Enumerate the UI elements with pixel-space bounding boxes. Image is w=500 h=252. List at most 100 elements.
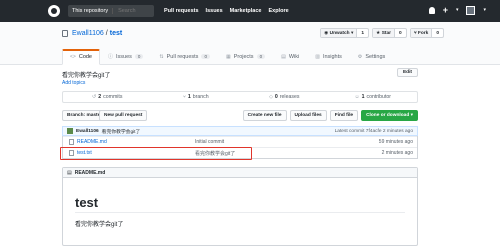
star-label: Star — [381, 30, 392, 36]
repo-tabs: <> Code ⓘ Issues 0 ⇅ Pull requests 0 ▦ P… — [62, 49, 393, 65]
watchers-count[interactable]: 1 — [357, 29, 368, 37]
file-list: README.md Initial commit 59 minutes ago … — [60, 136, 418, 160]
stars-count[interactable]: 0 — [395, 29, 406, 37]
tab-wiki-label: Wiki — [288, 53, 300, 60]
pull-request-icon: ⇅ — [159, 53, 164, 60]
tab-pull-requests-count: 0 — [201, 54, 210, 59]
edit-description-button[interactable]: Edit — [396, 68, 418, 77]
tag-icon: ◇ — [269, 94, 273, 100]
clone-or-download-button[interactable]: Clone or download ▾ — [361, 110, 418, 121]
file-navigation: Branch: master ▾ New pull request Create… — [62, 110, 418, 122]
tab-projects-label: Projects — [233, 53, 254, 60]
fork-button[interactable]: ⑂ Fork — [410, 29, 433, 37]
latest-commit-bar: Ewall1106 看完你教学会git了 Latest commit 7f4ac… — [62, 126, 418, 136]
tab-code-label: Code — [78, 54, 92, 60]
nav-marketplace[interactable]: Marketplace — [230, 8, 262, 14]
find-file-button[interactable]: Find file — [329, 110, 359, 121]
repo-book-icon — [62, 30, 68, 37]
unwatch-button-group[interactable]: ◉ Unwatch ▾ 1 — [320, 28, 370, 38]
tab-pull-requests-label: Pull requests — [166, 53, 199, 60]
gear-icon: ⚙ — [357, 53, 363, 60]
branch-summary[interactable]: ⑂ 1 branch — [152, 92, 241, 102]
repo-description-row: 看完你教学会git了 Add topics Edit — [62, 65, 418, 86]
create-new-file-button[interactable]: Create new file — [242, 110, 287, 121]
people-icon: ☺ — [354, 94, 360, 100]
branch-count: 1 — [187, 94, 191, 100]
github-logo-icon[interactable] — [48, 5, 60, 17]
upload-files-button[interactable]: Upload files — [289, 110, 327, 121]
tab-insights[interactable]: ▥ Insights — [307, 49, 350, 65]
releases-summary[interactable]: ◇ 0 releases — [240, 92, 329, 102]
user-avatar[interactable] — [466, 5, 476, 15]
tab-projects[interactable]: ▦ Projects 0 — [218, 49, 273, 65]
repo-actions: ◉ Unwatch ▾ 1 ★ Star 0 ⑂ Fork 0 — [320, 28, 444, 38]
fork-label: Fork — [417, 30, 429, 36]
tab-pull-requests[interactable]: ⇅ Pull requests 0 — [151, 49, 218, 65]
branch-label: branch — [192, 94, 209, 100]
search-input[interactable] — [113, 8, 154, 14]
project-icon: ▦ — [225, 53, 231, 60]
history-icon: ↺ — [92, 94, 97, 100]
readme-header: ▤ README.md — [63, 168, 417, 178]
commit-author-avatar[interactable] — [67, 128, 73, 134]
releases-label: releases — [279, 94, 300, 100]
commit-message[interactable]: 看完你教学会git了 — [102, 128, 141, 135]
nav-explore[interactable]: Explore — [268, 8, 288, 14]
star-button[interactable]: ★ Star — [373, 29, 396, 37]
readme-box: ▤ README.md test 看完你教学会git了 — [62, 167, 418, 246]
forks-count[interactable]: 0 — [432, 29, 443, 37]
file-row-test-txt: test.txt 看完你教学会git了 2 minutes ago — [60, 147, 417, 160]
fork-button-group[interactable]: ⑂ Fork 0 — [409, 28, 444, 38]
releases-count: 0 — [274, 94, 278, 100]
star-button-group[interactable]: ★ Star 0 — [372, 28, 407, 38]
readme-paragraph: 看完你教学会git了 — [75, 222, 124, 228]
readme-filename: README.md — [74, 169, 106, 176]
code-icon: <> — [70, 54, 76, 60]
commits-summary[interactable]: ↺ 2 commits — [63, 92, 152, 102]
tab-issues-label: Issues — [116, 53, 132, 60]
book-icon: ▤ — [67, 169, 72, 176]
repo-header: Ewall1106 / test ◉ Unwatch ▾ 1 ★ Star 0 … — [0, 22, 500, 65]
highlight-annotation-box — [60, 147, 252, 160]
tab-wiki[interactable]: ▤ Wiki — [273, 49, 307, 65]
nav-pull-requests[interactable]: Pull requests — [164, 8, 199, 14]
create-new-plus-icon[interactable]: + — [443, 5, 448, 15]
repo-owner-link[interactable]: Ewall1106 — [72, 30, 104, 37]
file-actions: Create new file Upload files Find file C… — [242, 110, 418, 121]
commit-author[interactable]: Ewall1106 — [76, 129, 99, 134]
repo-description: 看完你教学会git了 — [62, 73, 111, 79]
tab-insights-label: Insights — [322, 53, 342, 60]
file-icon — [69, 139, 74, 145]
tab-issues[interactable]: ⓘ Issues 0 — [100, 49, 151, 65]
numbers-summary: ↺ 2 commits ⑂ 1 branch ◇ 0 releases ☺ 1 … — [62, 91, 418, 103]
readme-body: test 看完你教学会git了 — [63, 178, 417, 245]
file-commit-message[interactable]: Initial commit — [195, 139, 355, 145]
tab-code[interactable]: <> Code — [62, 49, 100, 65]
repo-name-link[interactable]: test — [110, 30, 122, 37]
search-scope-label: This repository — [68, 8, 114, 14]
latest-commit-meta[interactable]: Latest commit 7f4acfe 2 minutes ago — [335, 129, 413, 134]
contributors-count: 1 — [361, 94, 365, 100]
tab-issues-count: 0 — [134, 54, 144, 59]
nav-issues[interactable]: Issues — [206, 8, 223, 14]
notification-bell-icon[interactable] — [428, 6, 435, 14]
commits-count: 2 — [98, 94, 102, 100]
chevron-down-icon[interactable]: ▾ — [483, 7, 486, 13]
chevron-down-icon[interactable]: ▾ — [456, 7, 459, 13]
contributors-summary[interactable]: ☺ 1 contributor — [329, 92, 418, 102]
file-row-readme: README.md Initial commit 59 minutes ago — [63, 136, 417, 147]
file-name[interactable]: README.md — [77, 139, 195, 145]
header-nav: Pull requests Issues Marketplace Explore — [164, 8, 289, 14]
tab-settings[interactable]: ⚙ Settings — [350, 49, 393, 65]
tab-projects-count: 0 — [256, 54, 266, 59]
commits-label: commits — [103, 94, 123, 100]
add-topics-link[interactable]: Add topics — [62, 80, 85, 86]
file-age: 2 minutes ago — [381, 150, 413, 156]
new-pull-request-button[interactable]: New pull request — [99, 110, 148, 121]
header-right: + ▾ ▾ — [428, 5, 486, 15]
unwatch-label: Unwatch — [329, 30, 350, 36]
book-icon: ▤ — [281, 53, 286, 60]
unwatch-button[interactable]: ◉ Unwatch ▾ — [321, 29, 358, 37]
repo-path-separator: / — [105, 30, 108, 37]
search-box[interactable]: This repository — [68, 5, 154, 17]
